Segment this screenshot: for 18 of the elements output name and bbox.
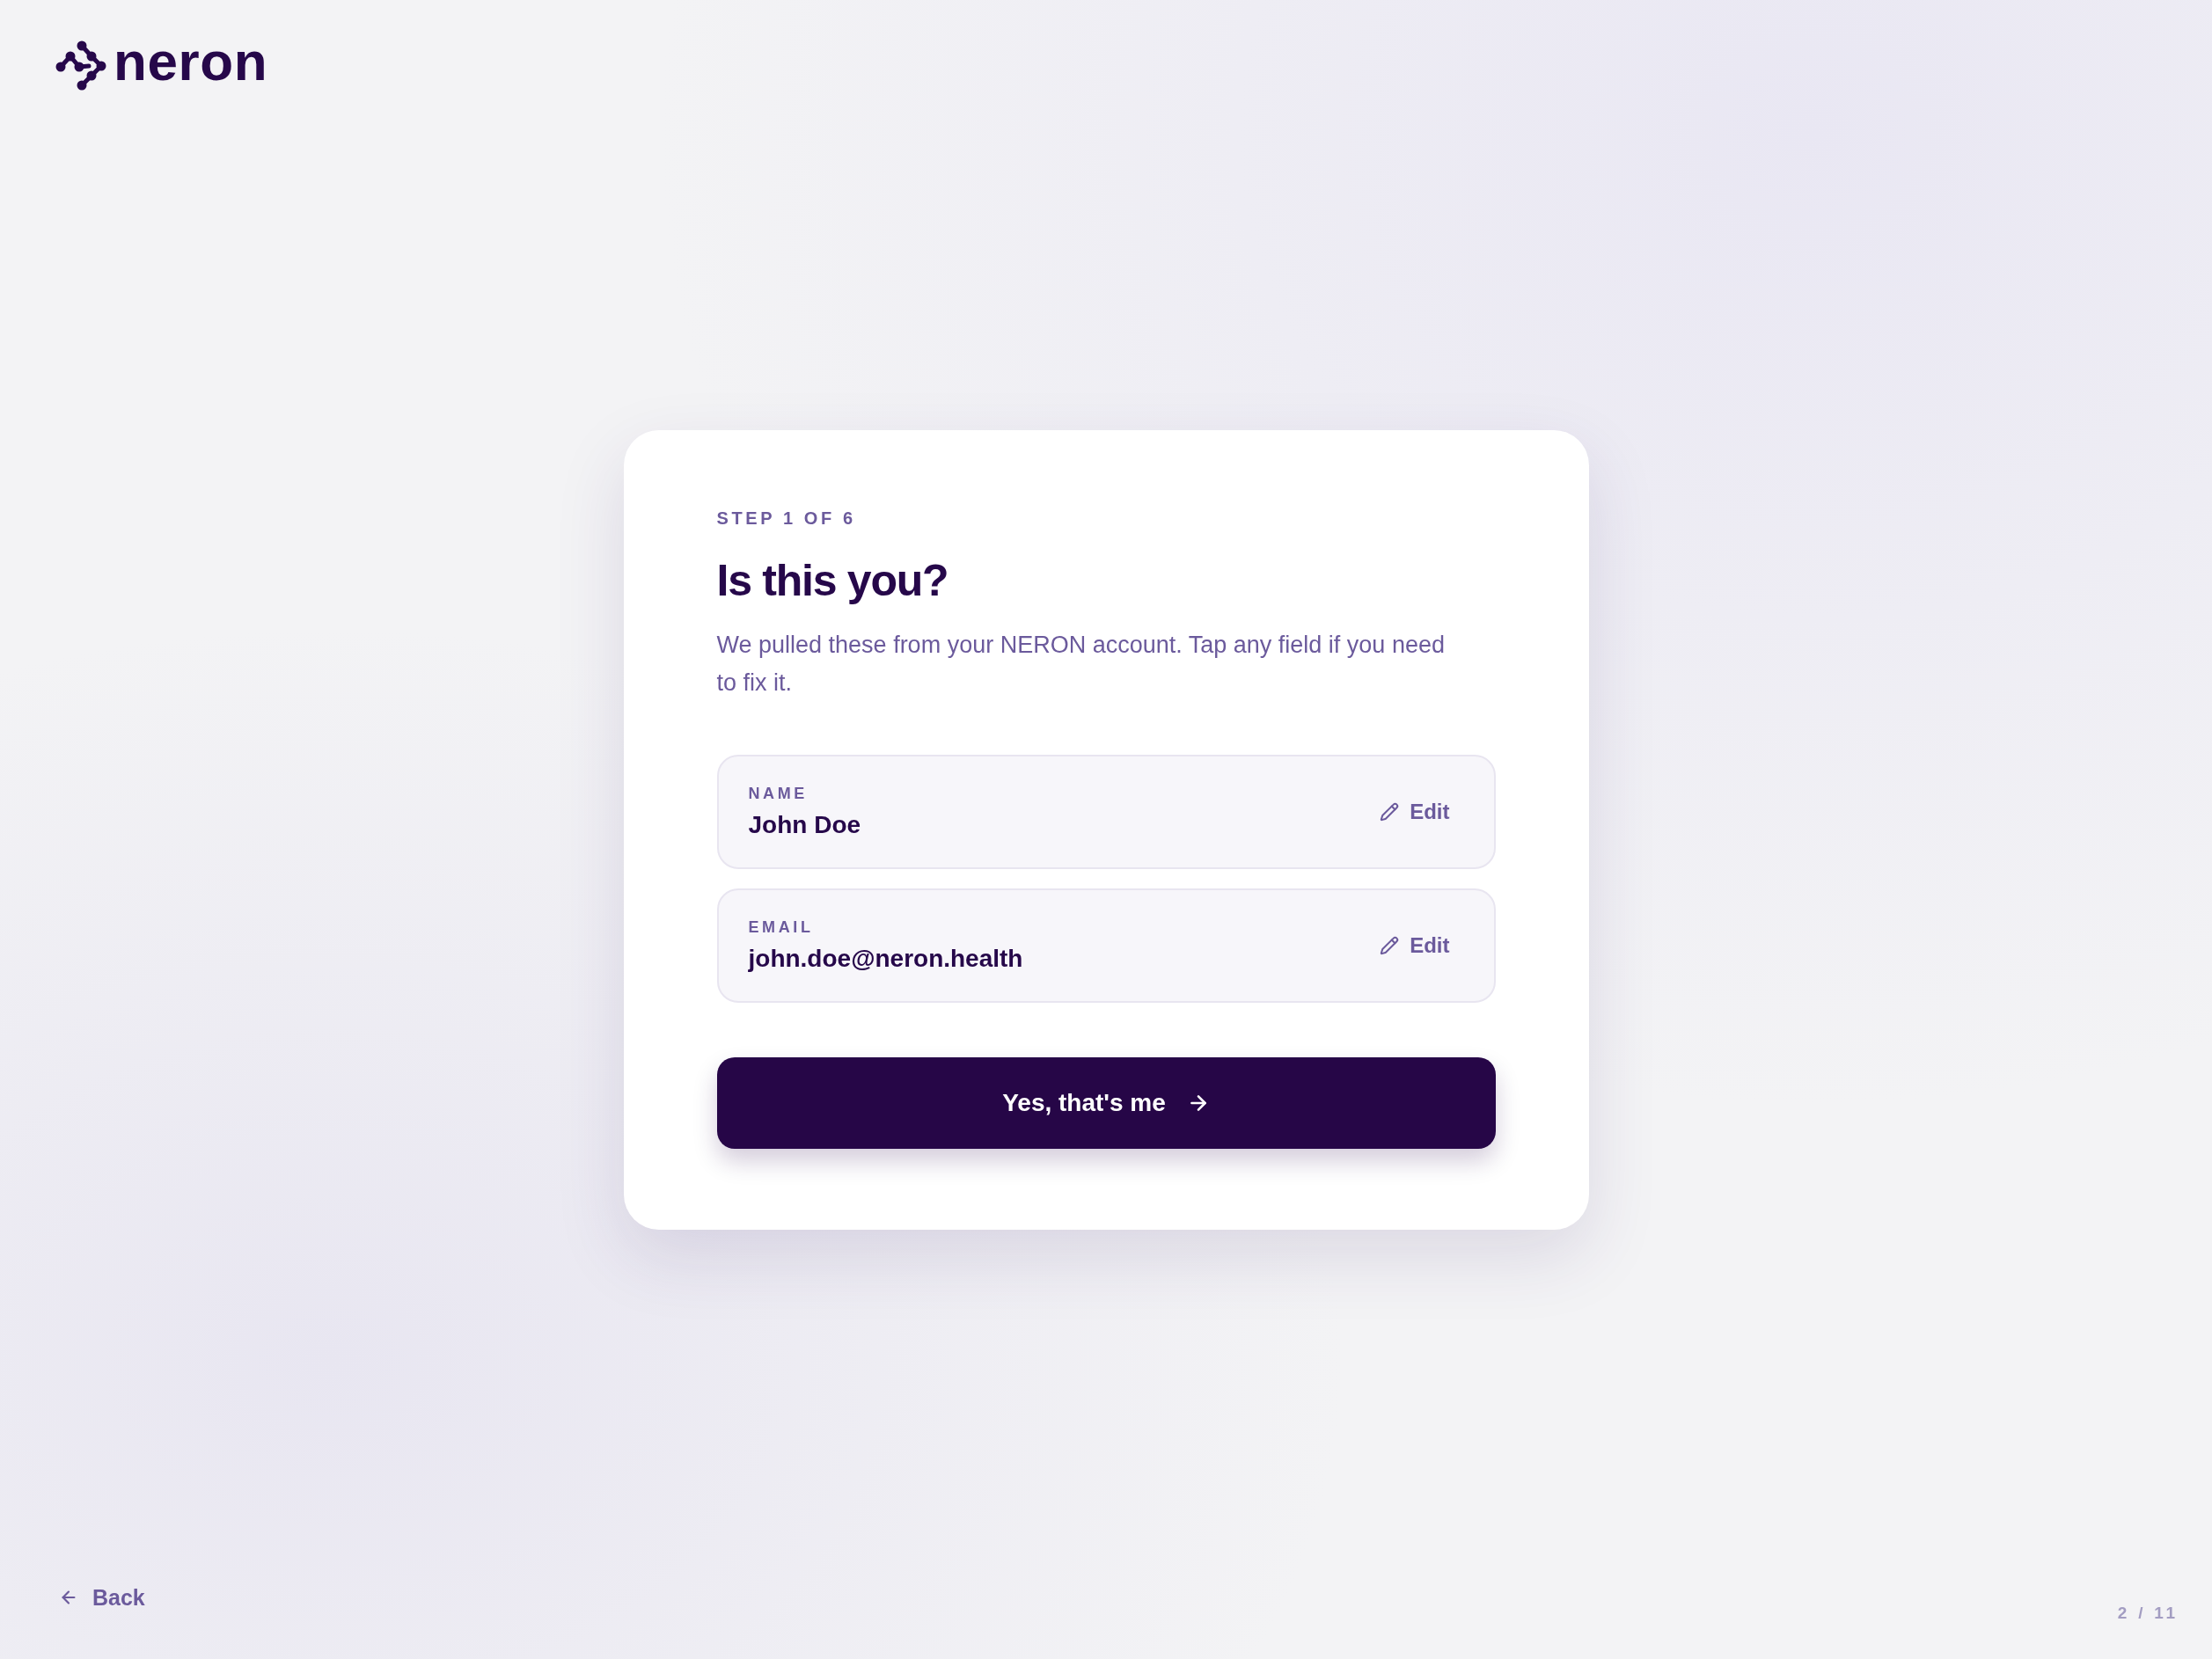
pencil-icon	[1380, 801, 1400, 822]
logo-icon	[55, 40, 106, 91]
edit-button[interactable]: Edit	[1380, 932, 1450, 959]
info-field[interactable]: EMAIL john.doe@neron.health Edit	[716, 888, 1496, 1003]
pencil-icon	[1380, 935, 1400, 955]
card-title: Is this you?	[716, 556, 949, 605]
field-value: john.doe@neron.health	[748, 943, 1023, 974]
info-field[interactable]: NAME John Doe Edit	[716, 754, 1496, 869]
page-counter: 2 / 11	[2117, 1603, 2179, 1624]
back-link[interactable]: Back	[59, 1584, 145, 1611]
field-value: John Doe	[748, 809, 861, 840]
confirm-button[interactable]: Yes, that's me	[716, 1056, 1496, 1149]
edit-button[interactable]: Edit	[1380, 798, 1450, 825]
field-label: NAME	[748, 783, 809, 803]
step-indicator: STEP 1 OF 6	[716, 507, 857, 529]
field-label: EMAIL	[748, 917, 815, 937]
card-description: We pulled these from your NERON account. Tap any field if you need to fix it.	[716, 630, 1446, 698]
logo-wordmark: neron	[114, 33, 268, 89]
